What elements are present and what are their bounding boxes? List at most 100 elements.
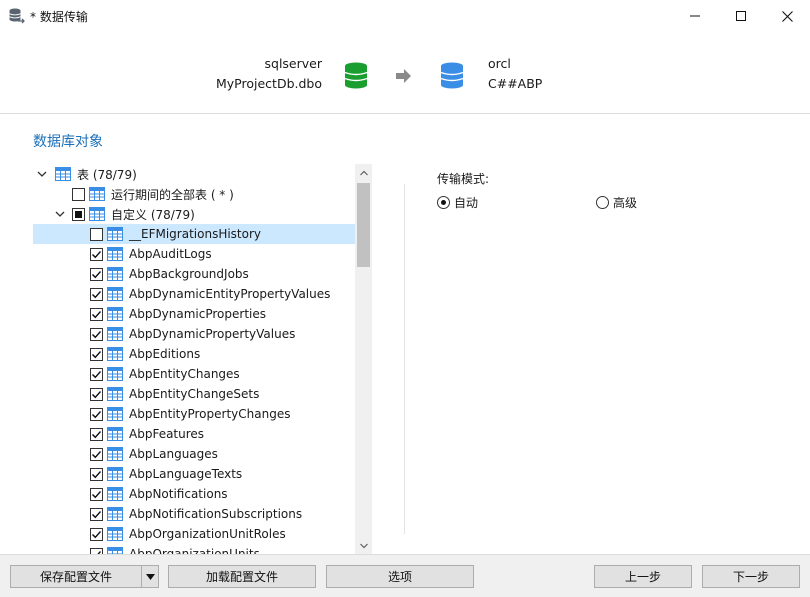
transfer-arrow-icon <box>396 69 411 83</box>
table-checkbox[interactable] <box>90 247 103 261</box>
table-row[interactable]: AbpBackgroundJobs <box>33 264 355 284</box>
table-checkbox[interactable] <box>90 487 103 501</box>
minimize-button[interactable] <box>672 0 718 32</box>
table-row[interactable]: AbpFeatures <box>33 424 355 444</box>
tree-scrollbar[interactable] <box>355 164 372 554</box>
checkmark-icon <box>92 510 102 518</box>
chevron-up-icon <box>359 170 368 175</box>
table-row[interactable]: AbpNotificationSubscriptions <box>33 504 355 524</box>
table-checkbox[interactable] <box>90 407 103 421</box>
table-checkbox[interactable] <box>90 227 103 241</box>
previous-button[interactable]: 上一步 <box>594 565 692 588</box>
section-title: 数据库对象 <box>33 134 103 150</box>
maximize-button[interactable] <box>718 0 764 32</box>
tree-item-custom[interactable]: 自定义 (78/79) <box>33 204 355 224</box>
table-name: AbpBackgroundJobs <box>129 267 249 281</box>
caret-down-icon <box>145 573 155 580</box>
tree-item-runtime-all[interactable]: 运行期间的全部表 ( * ) <box>33 184 355 204</box>
tree-root-tables[interactable]: 表 (78/79) <box>33 164 355 184</box>
table-name: AbpLanguageTexts <box>129 467 243 481</box>
table-icon <box>107 347 123 361</box>
save-config-dropdown-button[interactable] <box>141 565 159 588</box>
source-connection: sqlserver MyProjectDb.dbo <box>216 54 322 94</box>
table-row[interactable]: AbpDynamicProperties <box>33 304 355 324</box>
chevron-down-icon[interactable] <box>53 207 67 221</box>
table-name: AbpEntityPropertyChanges <box>129 407 291 421</box>
table-checkbox[interactable] <box>90 467 103 481</box>
object-tree[interactable]: 表 (78/79) 运行期间的全部表 ( * ) 自定义 (78/79) __E… <box>33 164 371 554</box>
radio-selected-icon[interactable] <box>437 196 450 209</box>
table-name: AbpOrganizationUnitRoles <box>129 527 286 541</box>
table-name: AbpDynamicEntityPropertyValues <box>129 287 331 301</box>
table-row[interactable]: AbpLanguageTexts <box>33 464 355 484</box>
table-checkbox[interactable] <box>90 267 103 281</box>
table-checkbox[interactable] <box>90 367 103 381</box>
maximize-icon <box>736 11 746 21</box>
table-checkbox[interactable] <box>90 287 103 301</box>
table-checkbox[interactable] <box>90 447 103 461</box>
chevron-down-icon <box>359 543 368 548</box>
target-server: orcl <box>488 56 511 71</box>
scroll-thumb[interactable] <box>357 183 370 267</box>
table-checkbox[interactable] <box>90 507 103 521</box>
table-row[interactable]: AbpAuditLogs <box>33 244 355 264</box>
window-title: * 数据传输 <box>30 10 88 24</box>
table-row[interactable]: AbpDynamicPropertyValues <box>33 324 355 344</box>
table-row[interactable]: __EFMigrationsHistory <box>33 224 355 244</box>
options-button[interactable]: 选项 <box>326 565 474 588</box>
checkmark-icon <box>92 390 102 398</box>
table-icon <box>89 187 105 201</box>
load-config-button[interactable]: 加载配置文件 <box>168 565 316 588</box>
table-icon <box>107 327 123 341</box>
checkmark-icon <box>92 250 102 258</box>
chevron-down-icon[interactable] <box>35 167 49 181</box>
table-name: AbpOrganizationUnits <box>129 547 260 554</box>
table-row[interactable]: AbpOrganizationUnitRoles <box>33 524 355 544</box>
checkmark-icon <box>92 290 102 298</box>
title-bar: * 数据传输 <box>0 0 810 32</box>
save-config-button[interactable]: 保存配置文件 <box>10 565 142 588</box>
target-connection: orcl C##ABP <box>488 54 542 94</box>
table-checkbox[interactable] <box>90 307 103 321</box>
table-icon <box>107 427 123 441</box>
checkmark-icon <box>92 450 102 458</box>
runtime-all-checkbox[interactable] <box>72 187 85 201</box>
table-icon <box>107 267 123 281</box>
table-icon <box>107 287 123 301</box>
table-row[interactable]: AbpDynamicEntityPropertyValues <box>33 284 355 304</box>
scroll-up-button[interactable] <box>355 164 372 181</box>
transfer-mode-label: 传输模式: <box>437 172 490 186</box>
table-checkbox[interactable] <box>90 387 103 401</box>
table-row[interactable]: AbpNotifications <box>33 484 355 504</box>
table-row[interactable]: AbpEntityPropertyChanges <box>33 404 355 424</box>
connection-header: sqlserver MyProjectDb.dbo orcl C##ABP <box>0 32 810 114</box>
table-checkbox[interactable] <box>90 527 103 541</box>
table-row[interactable]: AbpEditions <box>33 344 355 364</box>
source-schema: MyProjectDb.dbo <box>216 76 322 91</box>
table-icon <box>107 307 123 321</box>
close-button[interactable] <box>764 0 810 32</box>
table-row[interactable]: AbpOrganizationUnits <box>33 544 355 554</box>
table-checkbox[interactable] <box>90 347 103 361</box>
minimize-icon <box>690 15 700 17</box>
table-name: AbpDynamicProperties <box>129 307 267 321</box>
scroll-down-button[interactable] <box>355 537 372 554</box>
radio-unselected-icon[interactable] <box>596 196 609 209</box>
mode-auto-radio[interactable]: 自动 <box>437 194 478 211</box>
mode-advanced-label: 高级 <box>613 196 638 210</box>
table-checkbox[interactable] <box>90 327 103 341</box>
custom-checkbox[interactable] <box>72 207 85 221</box>
table-icon <box>55 167 71 181</box>
table-row[interactable]: AbpLanguages <box>33 444 355 464</box>
next-button[interactable]: 下一步 <box>702 565 800 588</box>
table-row[interactable]: AbpEntityChanges <box>33 364 355 384</box>
table-name: AbpAuditLogs <box>129 247 212 261</box>
mode-advanced-radio[interactable]: 高级 <box>596 194 637 211</box>
table-row[interactable]: AbpEntityChangeSets <box>33 384 355 404</box>
table-checkbox[interactable] <box>90 427 103 441</box>
table-name: AbpFeatures <box>129 427 205 441</box>
tree-root-label: 表 (78/79) <box>77 167 137 182</box>
checkmark-icon <box>92 330 102 338</box>
checkmark-icon <box>92 490 102 498</box>
checkmark-icon <box>92 310 102 318</box>
